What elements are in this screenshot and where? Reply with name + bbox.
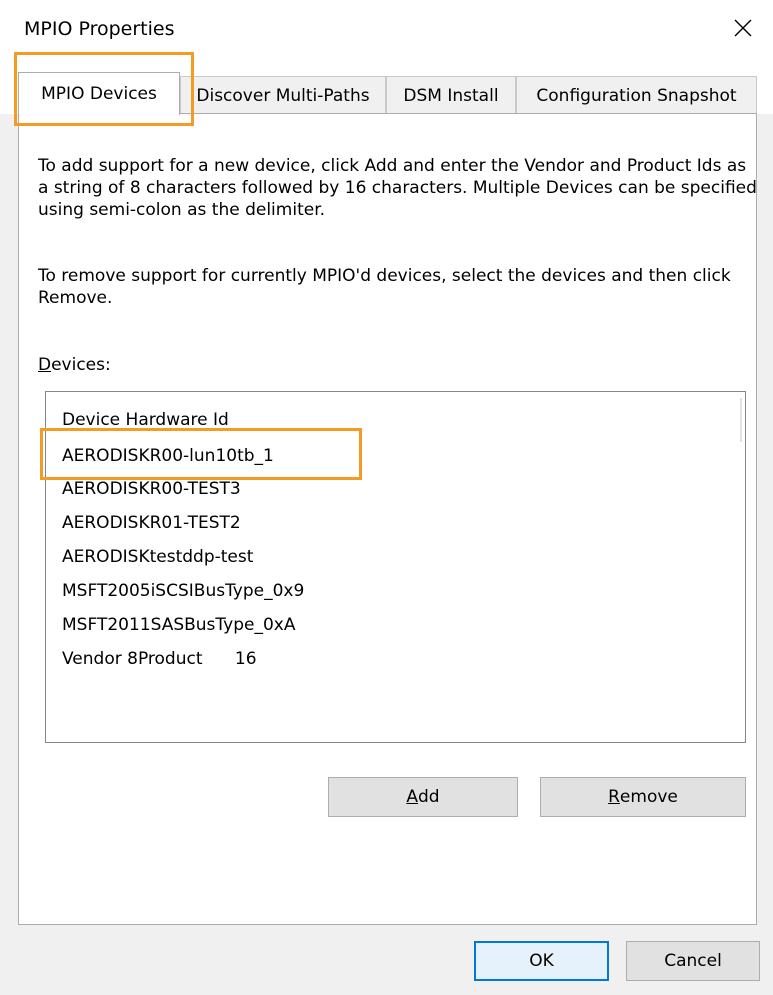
tab-dsm-install[interactable]: DSM Install <box>386 76 516 114</box>
devices-label-accelerator: D <box>38 355 52 375</box>
listbox-scrollbar[interactable] <box>740 398 742 442</box>
tab-discover-multi-paths[interactable]: Discover Multi-Paths <box>180 76 386 114</box>
add-instructions-text: To add support for a new device, click A… <box>38 156 757 220</box>
devices-label: Devices: <box>38 355 111 375</box>
devices-label-text: evices: <box>51 355 111 375</box>
list-item[interactable]: AERODISKR00-TEST3 <box>62 479 241 499</box>
ok-button[interactable]: OK <box>474 941 609 981</box>
list-item[interactable]: MSFT2005iSCSIBusType_0x9 <box>62 581 304 601</box>
tab-strip: MPIO Devices Discover Multi-Paths DSM In… <box>0 56 773 115</box>
close-icon <box>734 19 752 37</box>
remove-button[interactable]: Remove <box>540 777 746 817</box>
cancel-button[interactable]: Cancel <box>626 941 760 981</box>
tab-configuration-snapshot[interactable]: Configuration Snapshot <box>516 76 757 114</box>
tab-mpio-devices[interactable]: MPIO Devices <box>18 72 180 115</box>
remove-button-label: emove <box>619 787 678 807</box>
remove-button-accelerator: R <box>608 787 620 807</box>
add-button[interactable]: Add <box>328 777 518 817</box>
list-item[interactable]: AERODISKtestddp-test <box>62 547 253 567</box>
devices-listbox[interactable]: Device Hardware Id AERODISKR00-lun10tb_1… <box>45 391 746 743</box>
list-item[interactable]: AERODISKR00-lun10tb_1 <box>62 446 274 466</box>
add-button-accelerator: A <box>406 787 419 807</box>
list-item[interactable]: Vendor 8Product 16 <box>62 649 257 669</box>
close-button[interactable] <box>713 0 773 56</box>
add-button-label: dd <box>418 787 440 807</box>
mpio-properties-dialog: MPIO Properties MPIO Devices Discover Mu… <box>0 0 773 995</box>
list-item[interactable]: MSFT2011SASBusType_0xA <box>62 615 295 635</box>
remove-instructions-text: To remove support for currently MPIO'd d… <box>38 266 731 308</box>
window-title: MPIO Properties <box>24 18 175 40</box>
title-bar: MPIO Properties <box>0 0 773 56</box>
device-hardware-id-header: Device Hardware Id <box>62 410 229 430</box>
list-item[interactable]: AERODISKR01-TEST2 <box>62 513 241 533</box>
